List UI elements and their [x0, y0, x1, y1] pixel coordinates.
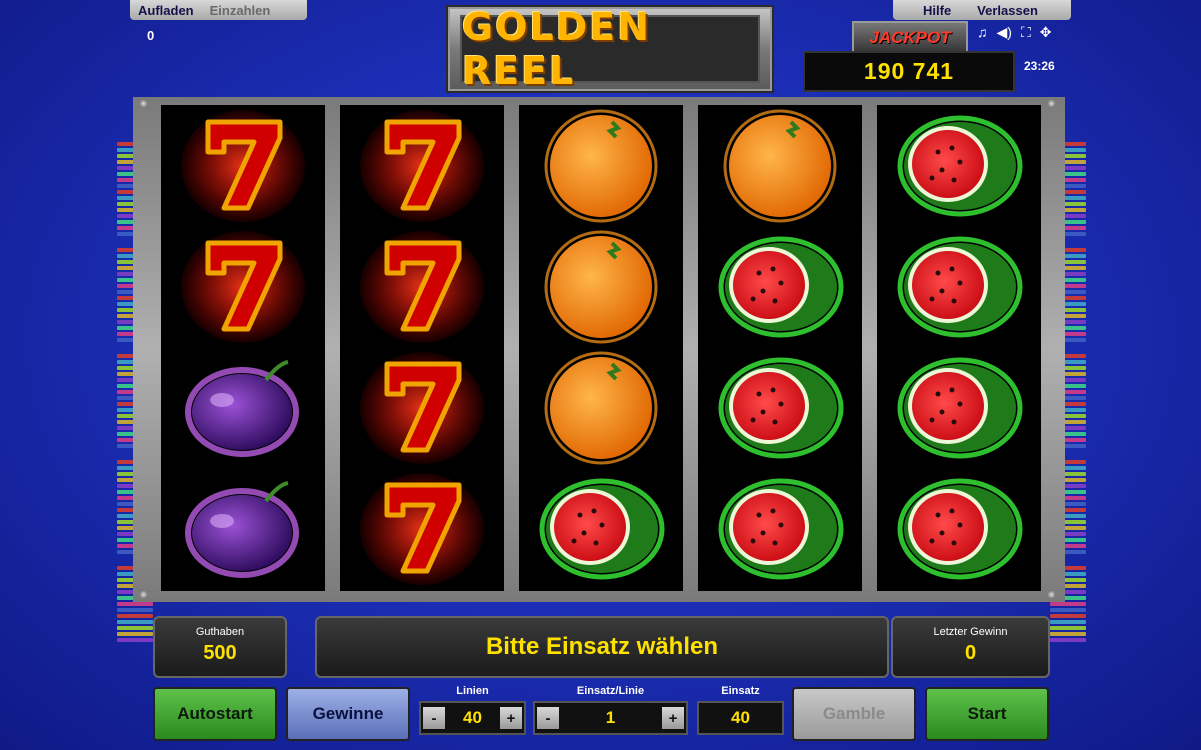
- watermelon-icon: [877, 226, 1041, 347]
- watermelon-icon: [877, 468, 1041, 589]
- last-win-value: 0: [964, 642, 977, 664]
- seven-icon: [340, 105, 504, 226]
- game-logo: GOLDEN REEL: [446, 5, 774, 93]
- reel-2: [340, 105, 504, 591]
- jackpot-label-text: JACKPOT: [869, 28, 951, 47]
- reel-frame: [133, 97, 1065, 602]
- reel-3: [519, 105, 683, 591]
- jackpot-label: JACKPOT: [852, 21, 968, 55]
- bet-per-line-label: Einsatz/Linie: [576, 685, 645, 697]
- music-icon[interactable]: ♫: [977, 24, 988, 41]
- aufladen-button[interactable]: Aufladen: [130, 3, 202, 18]
- seven-icon: [340, 226, 504, 347]
- balance-label: Guthaben: [195, 626, 245, 638]
- plum-icon: [161, 468, 325, 589]
- last-win-panel: Letzter Gewinn 0: [891, 616, 1050, 678]
- total-bet-value: 40: [731, 708, 750, 727]
- fullscreen-icon[interactable]: ⛶: [1021, 24, 1031, 41]
- autostart-button[interactable]: Autostart: [153, 687, 277, 741]
- status-message: Bitte Einsatz wählen: [315, 616, 889, 678]
- orange-icon: [698, 105, 862, 226]
- total-bet-display: Einsatz 40: [697, 685, 784, 735]
- watermelon-icon: [877, 347, 1041, 468]
- seven-icon: [161, 105, 325, 226]
- settings-icon[interactable]: ✥: [1040, 24, 1052, 41]
- verlassen-button[interactable]: Verlassen: [959, 3, 1046, 18]
- seven-icon: [340, 347, 504, 468]
- lines-value: 40: [463, 708, 482, 727]
- bet-plus-button[interactable]: +: [662, 707, 684, 729]
- seven-icon: [161, 226, 325, 347]
- watermelon-icon: [519, 468, 683, 589]
- hilfe-button[interactable]: Hilfe: [893, 3, 959, 18]
- lines-plus-button[interactable]: +: [500, 707, 522, 729]
- watermelon-icon: [698, 468, 862, 589]
- top-left-bar: Aufladen Einzahlen: [130, 0, 307, 20]
- lines-label: Linien: [456, 685, 489, 697]
- logo-text: GOLDEN REEL: [462, 5, 652, 93]
- plum-icon: [161, 347, 325, 468]
- orange-icon: [519, 226, 683, 347]
- start-button[interactable]: Start: [925, 687, 1049, 741]
- bet-minus-button[interactable]: -: [537, 707, 559, 729]
- top-right-bar: Hilfe Verlassen: [893, 0, 1071, 20]
- jackpot-value: 190 741: [803, 51, 1015, 92]
- credit-counter: 0: [147, 28, 155, 43]
- orange-icon: [519, 105, 683, 226]
- reel-4: [698, 105, 862, 591]
- watermelon-icon: [698, 226, 862, 347]
- seven-icon: [340, 468, 504, 589]
- gamble-button[interactable]: Gamble: [792, 687, 916, 741]
- balance-value: 500: [203, 642, 237, 664]
- watermelon-icon: [877, 105, 1041, 226]
- top-icons: ♫ ◀) ⛶ ✥: [977, 24, 1051, 41]
- orange-icon: [519, 347, 683, 468]
- bet-per-line-selector: Einsatz/Linie - 1 +: [533, 685, 688, 735]
- lines-selector: Linien - 40 +: [419, 685, 526, 735]
- clock: 23:26: [1024, 59, 1055, 73]
- reel-1: [161, 105, 325, 591]
- last-win-label: Letzter Gewinn: [933, 626, 1008, 638]
- gewinne-button[interactable]: Gewinne: [286, 687, 410, 741]
- bet-per-line-value: 1: [605, 708, 616, 727]
- balance-panel: Guthaben 500: [153, 616, 287, 678]
- sound-icon[interactable]: ◀): [997, 24, 1012, 41]
- reel-5: [877, 105, 1041, 591]
- total-bet-label: Einsatz: [721, 685, 760, 697]
- einzahlen-button[interactable]: Einzahlen: [202, 3, 279, 18]
- watermelon-icon: [698, 347, 862, 468]
- lines-minus-button[interactable]: -: [423, 707, 445, 729]
